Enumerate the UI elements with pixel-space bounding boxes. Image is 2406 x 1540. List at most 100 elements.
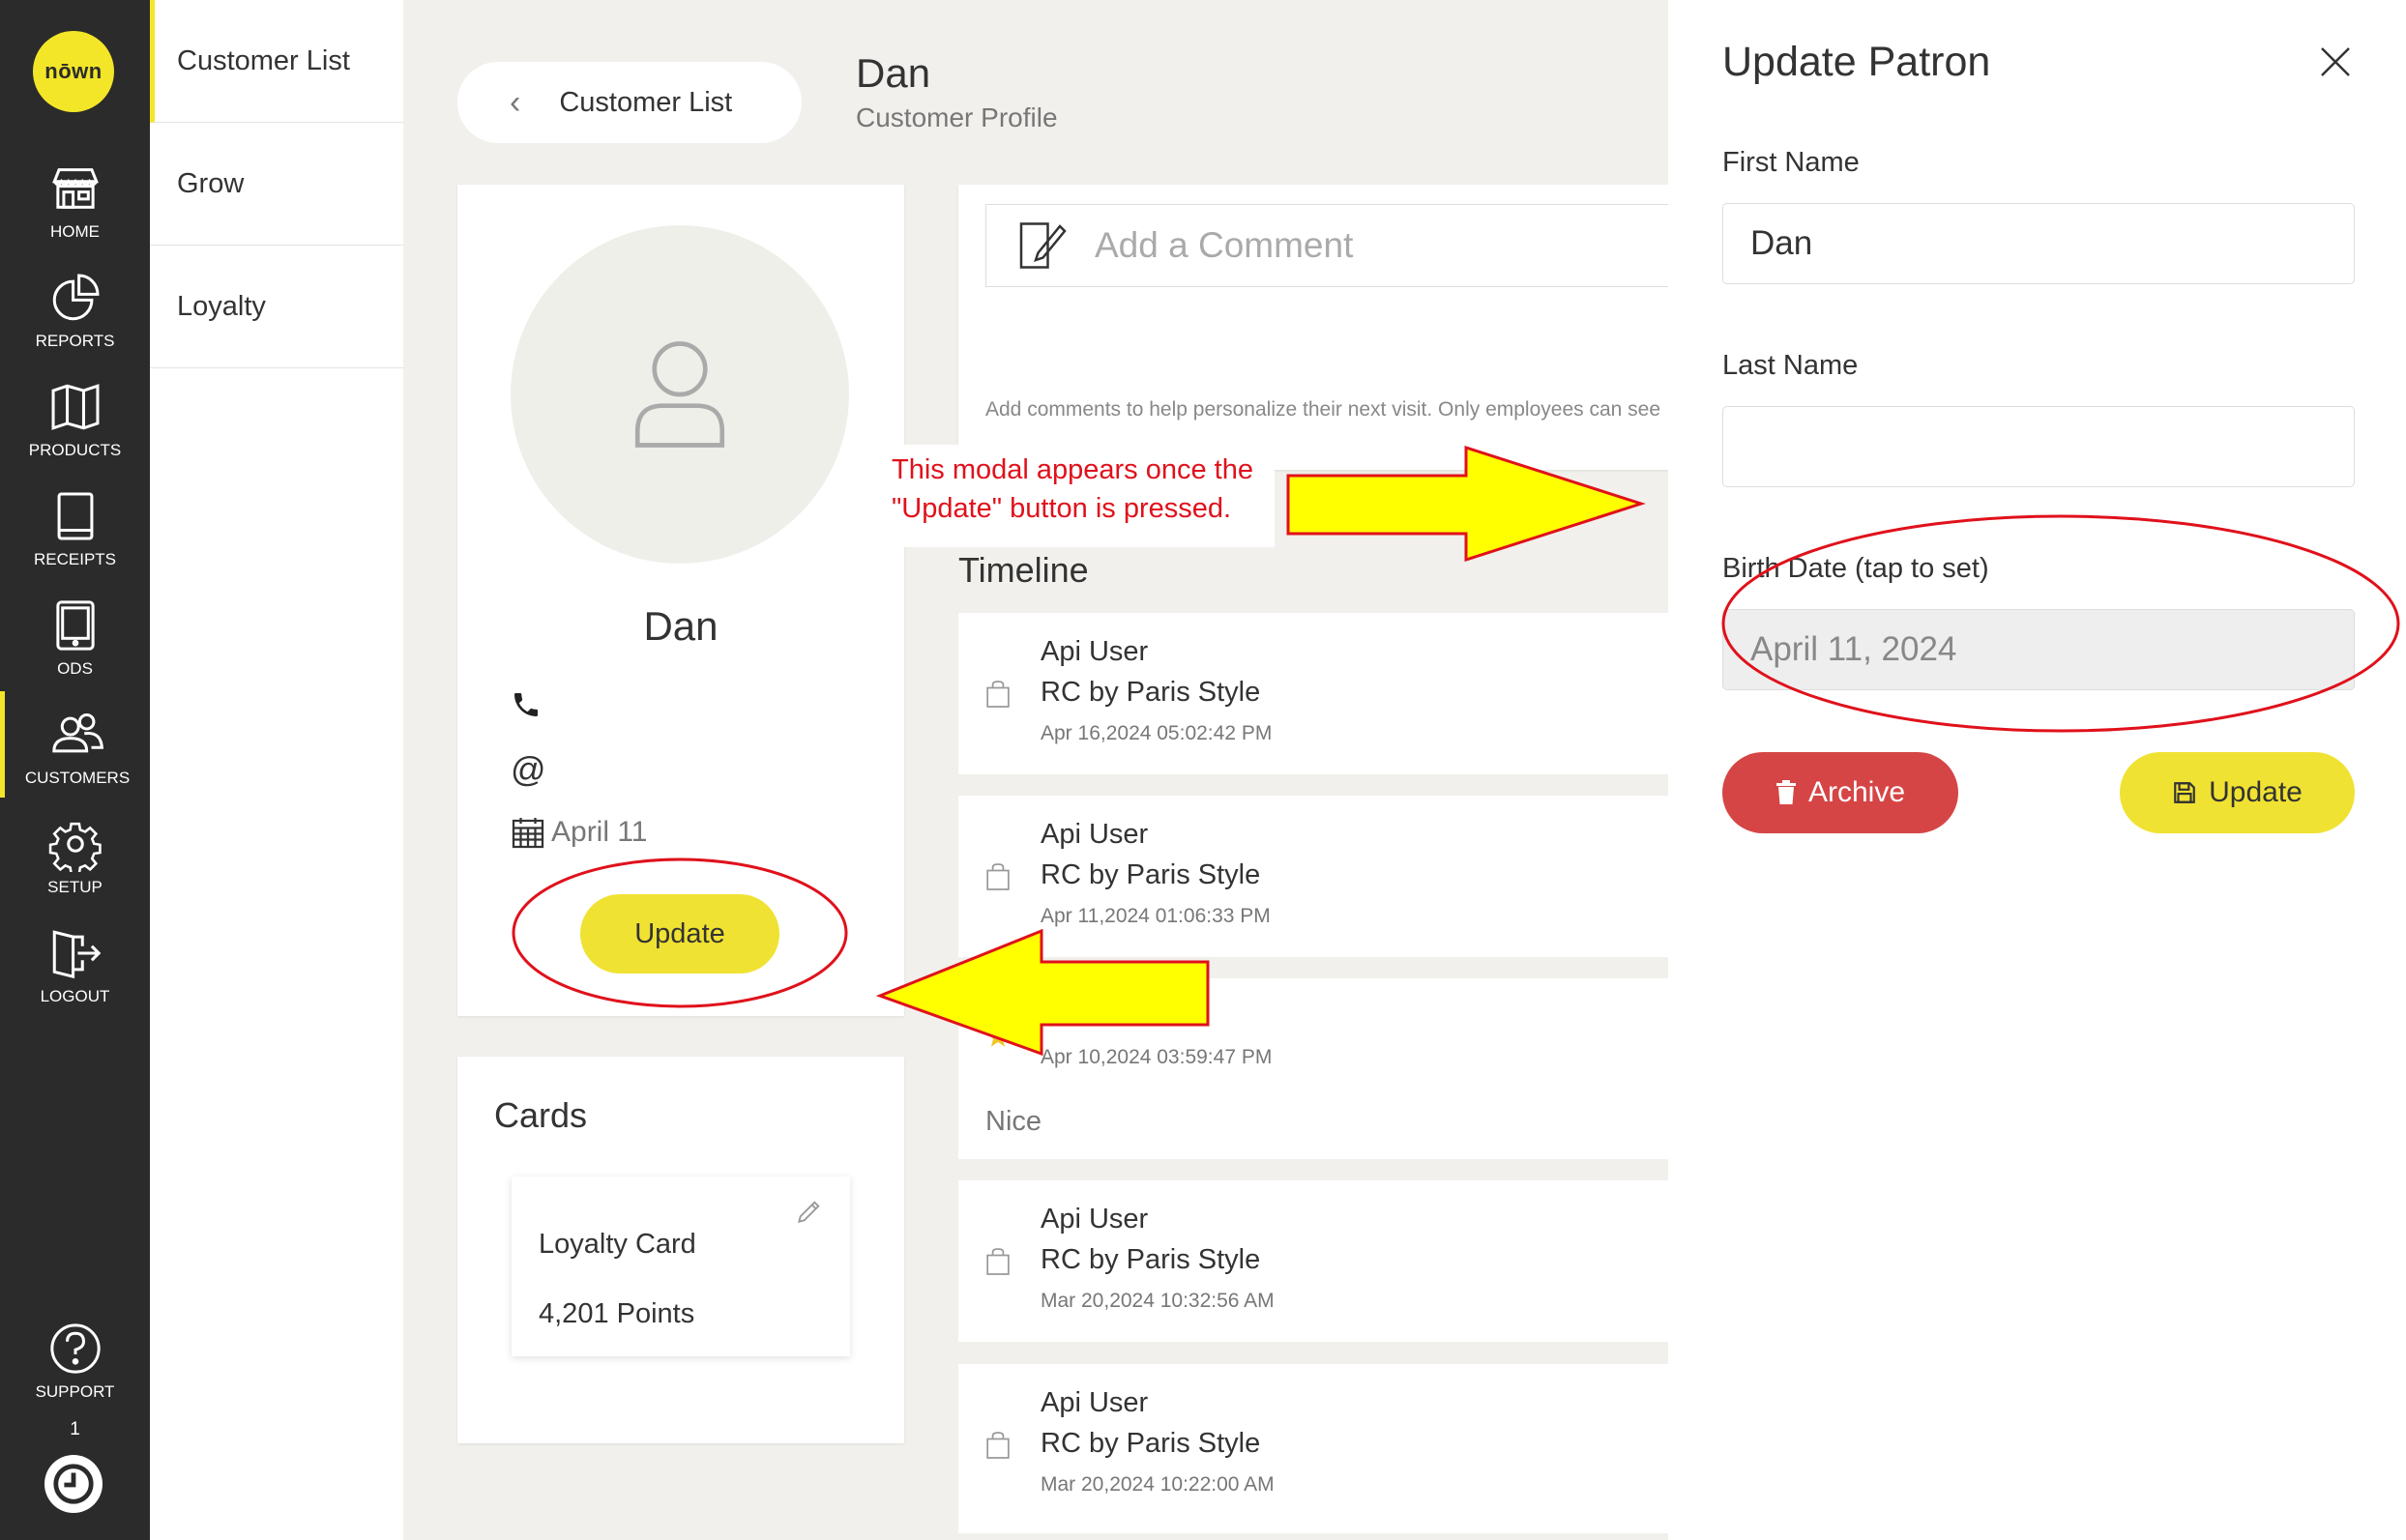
timeline-item: Api User RC by Paris Style Mar 20,2024 1… [958,1180,1674,1342]
timeline-store: RC by Paris Style [1041,859,1261,890]
comment-card: Add a Comment Add comments to help perso… [958,185,1701,470]
store-icon [51,168,99,209]
page-title: Dan [856,50,931,96]
modal-title: Update Patron [1722,39,1991,85]
help-icon [49,1323,101,1374]
nav-label: SUPPORT [35,1382,115,1401]
avatar [511,225,849,564]
archive-label: Archive [1807,776,1906,808]
back-label: Customer List [559,86,733,118]
timeline-store: RC by Paris Style [1041,1244,1261,1275]
users-icon [52,712,103,753]
timeline-store: RC by Paris Style [1041,1428,1261,1459]
update-profile-button[interactable]: Update [580,894,779,973]
timeline-item: Api User RC by Paris Style Mar 20,2024 1… [958,1364,1674,1533]
timeline-time: Apr 11,2024 01:06:33 PM [1041,905,1271,927]
star-icon [987,1027,1009,1047]
last-name-label: Last Name [1722,350,1859,381]
gear-icon [48,822,102,872]
shopping-bag-icon [986,863,1010,890]
profile-birthday: April 11 [551,816,648,848]
main-nav: nōwn HOME REPORTS PRODUCTS RECEIPTS ODS … [0,0,150,1540]
nav-label: LOGOUT [40,987,110,1005]
profile-name: Dan [643,603,719,649]
timeline-item: Api User RC by Paris Style Apr 16,2024 0… [958,613,1674,774]
timeline-user: Api User [1041,1204,1149,1235]
nav-label: HOME [50,222,100,241]
calendar-icon [512,818,544,849]
shopping-bag-icon [986,681,1010,708]
nav-label: RECEIPTS [33,550,117,568]
cards-panel: Cards Loyalty Card 4,201 Points [457,1057,904,1443]
back-to-customer-list-button[interactable]: ‹ Customer List [457,62,802,143]
clock-icon[interactable] [44,1455,103,1513]
close-icon[interactable] [2316,43,2355,81]
shopping-bag-icon [986,1432,1010,1459]
timeline-title: Timeline [958,550,1089,590]
timeline-time: Mar 20,2024 10:32:56 AM [1041,1290,1275,1312]
comment-input[interactable]: Add a Comment [985,204,1701,287]
nown-logo[interactable]: nōwn [33,31,114,112]
submenu-grow[interactable]: Grow [150,123,403,246]
timeline-user: Api User [1041,819,1149,850]
nav-reports[interactable]: REPORTS [0,254,150,361]
cards-title: Cards [494,1095,588,1135]
update-button[interactable]: Update [2120,752,2355,833]
profile-card: Dan @ April 11 Update [457,185,904,1016]
submenu-customer-list[interactable]: Customer List [150,0,403,123]
customers-submenu: Customer List Grow Loyalty [150,0,403,1540]
loyalty-card-points: 4,201 Points [539,1298,695,1329]
update-label: Update [2209,776,2303,808]
nav-setup[interactable]: SETUP [0,800,150,907]
timeline-time: Apr 10,2024 03:59:47 PM [1041,1046,1273,1068]
nav-logout[interactable]: LOGOUT [0,910,150,1016]
edit-note-icon [1019,222,1067,269]
nav-home[interactable]: HOME [0,145,150,251]
birth-date-field[interactable]: April 11, 2024 [1722,609,2355,690]
first-name-label: First Name [1722,147,1860,178]
last-name-field[interactable] [1722,406,2355,487]
birth-date-label: Birth Date (tap to set) [1722,553,1989,584]
nav-products[interactable]: PRODUCTS [0,363,150,470]
first-name-field[interactable]: Dan [1722,203,2355,284]
archive-button[interactable]: Archive [1722,752,1958,833]
profile-email-row: @ [511,749,546,790]
timeline-user: Api User [1041,636,1149,667]
loyalty-card[interactable]: Loyalty Card 4,201 Points [512,1177,850,1356]
annotation-line: "Update" button is pressed. [892,493,1232,524]
nav-label: ODS [57,659,93,678]
nav-label: SETUP [47,878,103,896]
annotation-line: This modal appears once the [892,454,1253,485]
profile-phone-row [511,689,542,720]
timeline-item: Apr 10,2024 03:59:47 PM Nice [958,978,1674,1159]
save-icon [2174,782,2195,803]
logout-icon [52,930,101,979]
annotation-note: This modal appears once the "Update" but… [880,445,1275,547]
pie-chart-icon [52,274,99,321]
at-icon: @ [511,749,546,789]
loyalty-card-name: Loyalty Card [539,1229,696,1260]
nav-support[interactable]: SUPPORT [0,1305,150,1411]
shopping-bag-icon [986,1248,1010,1275]
page-subtitle: Customer Profile [856,102,1058,132]
pencil-icon[interactable] [794,1196,825,1227]
nav-label: CUSTOMERS [24,769,131,787]
map-icon [51,384,99,430]
phone-icon [514,693,538,716]
timeline-item: Api User RC by Paris Style Apr 11,2024 0… [958,796,1674,957]
comment-hint: Add comments to help personalize their n… [985,398,1661,421]
timeline-time: Mar 20,2024 10:22:00 AM [1041,1473,1275,1496]
timeline-note: Nice [985,1106,1042,1137]
submenu-loyalty[interactable]: Loyalty [150,246,403,368]
trash-icon [1775,780,1796,804]
tablet-icon [55,600,95,651]
nav-customers[interactable]: CUSTOMERS [0,691,150,798]
clock-counter: 1 [70,1419,80,1439]
nav-receipts[interactable]: RECEIPTS [0,473,150,579]
profile-birthday-row: April 11 [511,815,648,850]
nav-label: REPORTS [35,332,115,350]
timeline-store: RC by Paris Style [1041,677,1261,708]
nav-ods[interactable]: ODS [0,582,150,688]
chevron-left-icon: ‹ [510,83,521,121]
timeline-time: Apr 16,2024 05:02:42 PM [1041,722,1273,744]
